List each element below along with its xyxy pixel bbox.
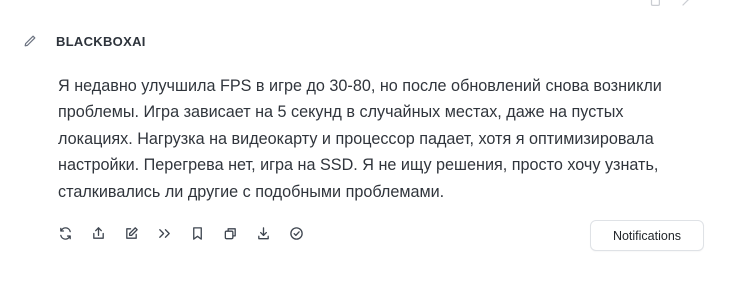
bookmark-icon[interactable] xyxy=(188,224,206,242)
message-header: BLACKBOXAI xyxy=(22,28,712,54)
continue-icon[interactable] xyxy=(155,224,173,242)
copy-icon xyxy=(650,0,660,6)
message-toolbar xyxy=(56,224,320,242)
copy-icon[interactable] xyxy=(221,224,239,242)
notifications-button[interactable]: Notifications xyxy=(590,220,704,251)
pencil-icon[interactable] xyxy=(22,33,38,49)
message-text: Я недавно улучшила FPS в игре до 30-80, … xyxy=(58,77,662,201)
edit-icon[interactable] xyxy=(122,224,140,242)
top-faint-icons xyxy=(648,0,694,8)
regenerate-icon[interactable] xyxy=(56,224,74,242)
author-name: BLACKBOXAI xyxy=(56,33,146,49)
check-circle-icon[interactable] xyxy=(287,224,305,242)
share-icon[interactable] xyxy=(89,224,107,242)
share-icon xyxy=(682,0,689,6)
assistant-message: BLACKBOXAI Я недавно улучшила FPS в игре… xyxy=(22,28,712,205)
download-icon[interactable] xyxy=(254,224,272,242)
